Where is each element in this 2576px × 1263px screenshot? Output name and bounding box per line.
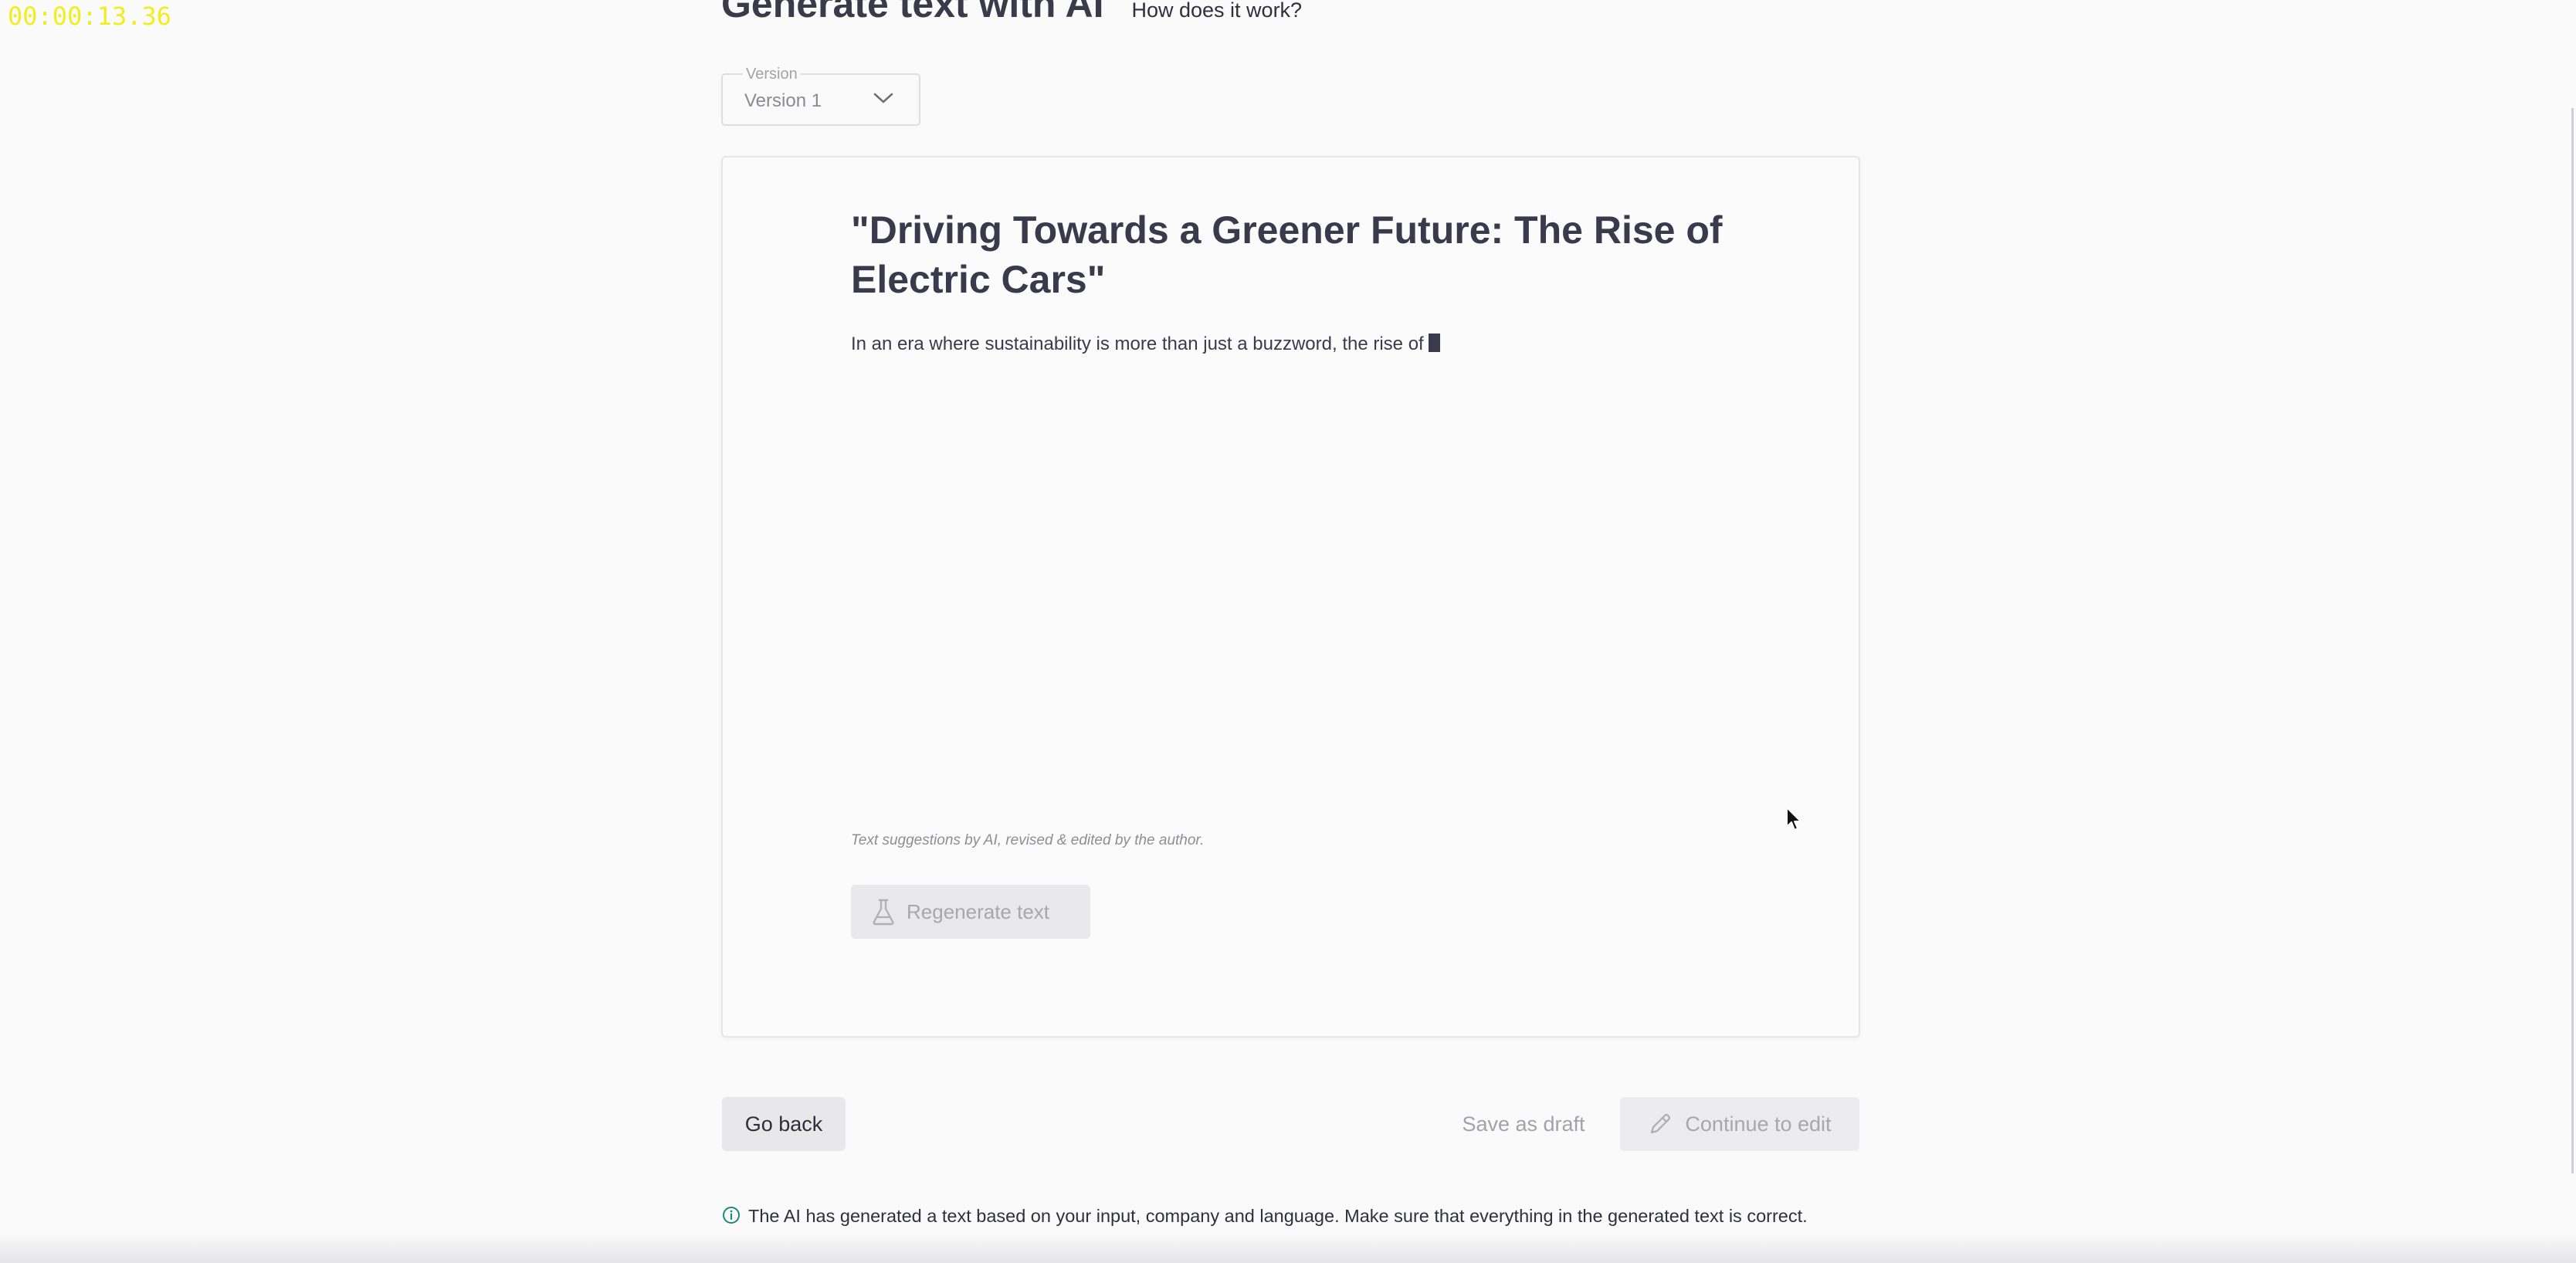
bottom-fade bbox=[0, 1232, 2576, 1263]
how-does-it-work-link[interactable]: How does it work? bbox=[1131, 0, 1302, 22]
go-back-button[interactable]: Go back bbox=[722, 1097, 846, 1151]
article-title[interactable]: "Driving Towards a Greener Future: The R… bbox=[851, 205, 1778, 304]
continue-to-edit-button[interactable]: Continue to edit bbox=[1620, 1097, 1859, 1151]
text-editor[interactable]: "Driving Towards a Greener Future: The R… bbox=[721, 156, 1860, 1038]
save-as-draft-button[interactable]: Save as draft bbox=[1442, 1097, 1605, 1151]
regenerate-text-label: Regenerate text bbox=[907, 899, 1050, 923]
chevron-down-icon bbox=[873, 93, 893, 103]
scrollbar[interactable] bbox=[2571, 108, 2574, 1173]
version-select-value: Version 1 bbox=[744, 90, 822, 111]
page: 00:00:13.36 Generate text with AI How do… bbox=[0, 0, 2576, 1263]
flask-icon bbox=[873, 899, 894, 926]
page-title: Generate text with AI bbox=[721, 0, 1104, 25]
info-icon bbox=[723, 1207, 740, 1224]
page-header: Generate text with AI How does it work? bbox=[721, 0, 1302, 26]
pencil-icon bbox=[1651, 1113, 1671, 1134]
text-cursor bbox=[1428, 334, 1440, 352]
recording-timer: 00:00:13.36 bbox=[8, 2, 171, 31]
continue-to-edit-label: Continue to edit bbox=[1685, 1112, 1832, 1136]
article-body[interactable]: In an era where sustainability is more t… bbox=[851, 334, 1440, 355]
mouse-pointer-icon bbox=[1786, 807, 1802, 831]
ai-disclaimer: Text suggestions by AI, revised & edited… bbox=[851, 832, 1205, 848]
regenerate-text-button[interactable]: Regenerate text bbox=[851, 885, 1090, 939]
version-select[interactable]: Version Version 1 bbox=[721, 66, 920, 126]
info-note-text: The AI has generated a text based on you… bbox=[748, 1206, 1808, 1226]
version-select-label: Version bbox=[743, 66, 801, 83]
info-note: The AI has generated a text based on you… bbox=[722, 1201, 1865, 1231]
article-body-text: In an era where sustainability is more t… bbox=[851, 334, 1424, 354]
